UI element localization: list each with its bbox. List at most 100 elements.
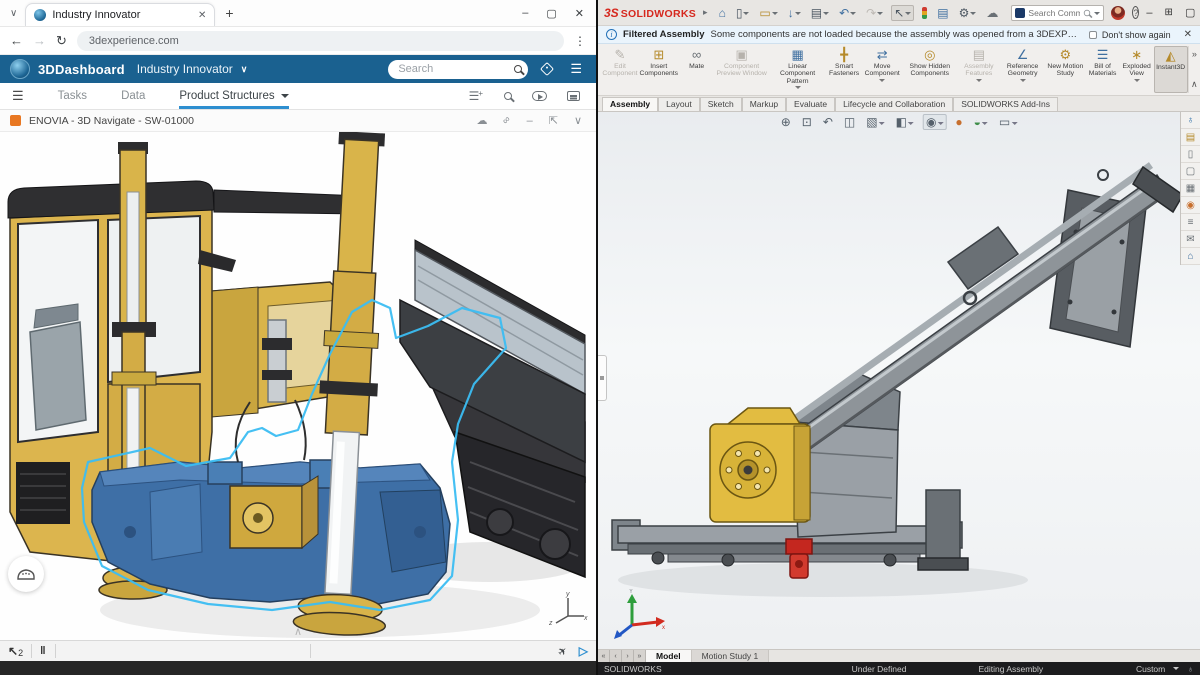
- graphics-area[interactable]: ⊕ ⊡ ↶ ◫: [598, 112, 1200, 649]
- tag-icon[interactable]: [540, 62, 554, 76]
- open-file-button[interactable]: ▭: [757, 6, 779, 20]
- collapse-widget-icon[interactable]: ∨: [574, 114, 582, 127]
- comments-icon[interactable]: [567, 91, 580, 101]
- dashboard-caret-icon[interactable]: ∨: [241, 64, 248, 75]
- reload-icon[interactable]: ↻: [56, 33, 67, 49]
- print-button[interactable]: ▤: [809, 6, 831, 20]
- redo-button[interactable]: ↷: [864, 6, 885, 20]
- dashboard-search[interactable]: [388, 60, 528, 79]
- new-file-button[interactable]: ▯: [734, 6, 752, 20]
- tab-sketch[interactable]: Sketch: [700, 97, 742, 111]
- share-link-icon[interactable]: ∞: [501, 114, 514, 127]
- tab-motion-study-1[interactable]: Motion Study 1: [692, 650, 770, 662]
- tab-tasks[interactable]: Tasks: [58, 83, 87, 109]
- ribbon-move-component-button[interactable]: ⇄ Move Component: [863, 46, 902, 93]
- minimize-widget-icon[interactable]: –: [527, 115, 533, 127]
- dashboard-search-input[interactable]: [398, 63, 514, 75]
- user-avatar[interactable]: [1111, 6, 1125, 20]
- nav-hamburger-icon[interactable]: ☰: [12, 88, 24, 104]
- last-tab-icon[interactable]: »: [634, 650, 646, 662]
- forward-icon[interactable]: →: [33, 33, 46, 48]
- edit-appearance-icon[interactable]: ●: [953, 115, 964, 129]
- new-tab-button[interactable]: +: [225, 5, 233, 21]
- ribbon-bill-of-materials-button[interactable]: ☰ Bill of Materials: [1085, 46, 1119, 93]
- ribbon-linear-component-pattern-button[interactable]: ▦ Linear Component Pattern: [770, 46, 826, 93]
- display-style-icon[interactable]: ◧: [894, 115, 916, 129]
- command-search[interactable]: [1011, 5, 1104, 21]
- menu-expander-icon[interactable]: ▸: [703, 7, 708, 18]
- file-properties-button[interactable]: ▤: [935, 6, 950, 20]
- 3d-viewport[interactable]: y x z ∧: [0, 132, 596, 640]
- options-button[interactable]: ⚙: [957, 6, 979, 20]
- assembly-model[interactable]: [598, 112, 1200, 649]
- tab-layout[interactable]: Layout: [658, 97, 700, 111]
- browser-close-button[interactable]: ✕: [575, 7, 584, 20]
- ribbon-mate-button[interactable]: ∞ Mate: [680, 46, 714, 93]
- fullscreen-widget-icon[interactable]: ⇱: [549, 114, 558, 127]
- save-button[interactable]: ↓: [786, 6, 803, 20]
- ribbon-assembly-features-button[interactable]: ▤ Assembly Features: [958, 46, 1000, 93]
- select-button[interactable]: ↖: [891, 5, 914, 21]
- apply-scene-icon[interactable]: ◒: [972, 115, 990, 129]
- tab-model[interactable]: Model: [646, 650, 692, 662]
- pause-icon[interactable]: ‖: [40, 645, 46, 657]
- ribbon-insert-components-button[interactable]: ⊞ Insert Components: [638, 46, 680, 93]
- configuration-selector[interactable]: Custom: [1136, 664, 1165, 674]
- task-pane-forum-icon[interactable]: ✉: [1181, 231, 1200, 248]
- tab-product-structures[interactable]: Product Structures: [179, 83, 288, 109]
- undo-button[interactable]: ↶: [837, 6, 858, 20]
- help-icon[interactable]: ?: [1132, 6, 1139, 19]
- section-view-icon[interactable]: ◫: [842, 115, 857, 129]
- support-bracket[interactable]: [918, 490, 968, 570]
- sw-tile-button[interactable]: ⊞: [1165, 7, 1173, 18]
- view-settings-icon[interactable]: ▭: [997, 115, 1019, 129]
- panel-collapse-icon[interactable]: ∧: [294, 625, 302, 638]
- feature-manager-collapsed-handle[interactable]: [598, 355, 607, 401]
- red-clamp-handle[interactable]: [786, 539, 812, 578]
- play-icon[interactable]: ▷: [579, 644, 588, 658]
- tab-data[interactable]: Data: [121, 83, 145, 109]
- globe-icon[interactable]: ♁: [1187, 664, 1194, 674]
- dashboard-menu-icon[interactable]: ☰: [570, 61, 582, 77]
- cloud-icon[interactable]: ☁: [476, 114, 487, 127]
- ribbon-instant3d-button[interactable]: ◭ Instant3D: [1154, 46, 1188, 93]
- task-pane-3dexperience-icon[interactable]: ♁: [1181, 112, 1200, 129]
- ribbon-new-motion-study-button[interactable]: ⚙ New Motion Study: [1045, 46, 1085, 93]
- ribbon-overflow-icon[interactable]: »: [1192, 49, 1197, 59]
- browser-minimize-button[interactable]: –: [522, 7, 528, 20]
- 3dexperience-cloud-button[interactable]: ☁: [984, 6, 1000, 20]
- hide-show-items-icon[interactable]: ◉: [923, 114, 946, 130]
- task-pane-recycle-bin-icon[interactable]: ▯: [1181, 146, 1200, 163]
- browser-tab[interactable]: Industry Innovator ✕: [25, 3, 215, 26]
- first-tab-icon[interactable]: «: [598, 650, 610, 662]
- selection-cursor-icon[interactable]: ↖: [8, 644, 18, 658]
- home-button[interactable]: ⌂: [717, 6, 728, 20]
- advanced-search-icon[interactable]: [504, 92, 512, 100]
- dont-show-again-checkbox[interactable]: [1089, 31, 1097, 39]
- ribbon-smart-fasteners-button[interactable]: ╋ Smart Fasteners: [826, 46, 863, 93]
- search-icon[interactable]: [514, 65, 522, 73]
- ribbon-reference-geometry-button[interactable]: ∠ Reference Geometry: [1000, 46, 1045, 93]
- dashboard-name[interactable]: Industry Innovator: [137, 62, 233, 76]
- task-pane-file-explorer-icon[interactable]: ▢: [1181, 163, 1200, 180]
- 3dexperience-compass-icon[interactable]: [10, 59, 30, 79]
- task-pane-view-palette-icon[interactable]: ▦: [1181, 180, 1200, 197]
- configuration-caret-icon[interactable]: [1173, 667, 1179, 673]
- tab-markup[interactable]: Markup: [742, 97, 786, 111]
- sw-minimize-button[interactable]: –: [1146, 7, 1152, 19]
- ribbon-collapse-icon[interactable]: ∧: [1191, 79, 1198, 90]
- ribbon-exploded-view-button[interactable]: ∗ Exploded View: [1120, 46, 1154, 93]
- url-field[interactable]: 3dexperience.com: [77, 31, 564, 51]
- tab-search-caret-icon[interactable]: ∨: [10, 8, 17, 19]
- zoom-to-fit-icon[interactable]: ⊕: [779, 115, 793, 129]
- launch-icon[interactable]: ✈: [554, 643, 569, 659]
- view-orientation-icon[interactable]: ▧: [864, 115, 886, 129]
- ribbon-component-preview-window-button[interactable]: ▣ Component Preview Window: [714, 46, 770, 93]
- tab-assembly[interactable]: Assembly: [602, 97, 658, 111]
- previous-view-icon[interactable]: ↶: [821, 115, 835, 129]
- yellow-gearbox[interactable]: [710, 408, 810, 522]
- tab-evaluate[interactable]: Evaluate: [786, 97, 835, 111]
- tab-lifecycle-and-collaboration[interactable]: Lifecycle and Collaboration: [835, 97, 953, 111]
- tab-solidworks-add-ins[interactable]: SOLIDWORKS Add-Ins: [953, 97, 1058, 111]
- browser-menu-icon[interactable]: ⋮: [574, 34, 586, 48]
